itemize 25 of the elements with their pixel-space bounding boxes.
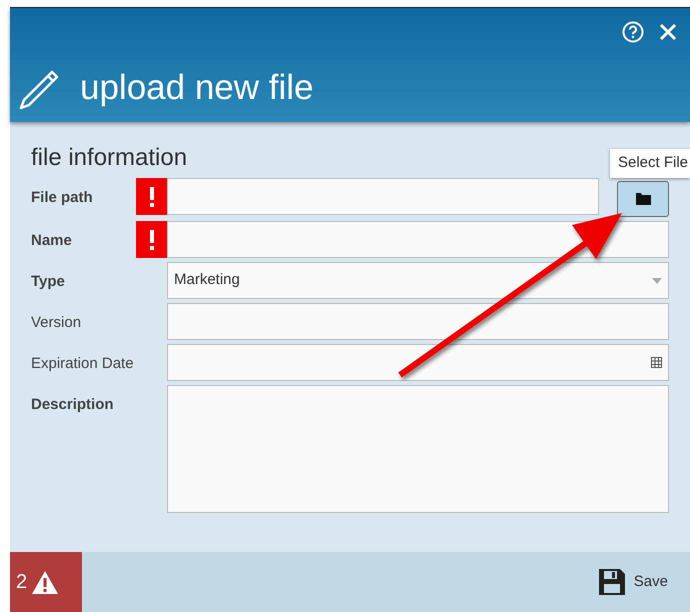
field-label: Expiration Date (31, 354, 135, 374)
section-title: file information (31, 146, 188, 170)
pencil-icon (18, 68, 60, 110)
dropdown-field[interactable]: Marketing (167, 262, 669, 299)
dialog-title: upload new file (80, 70, 314, 108)
help-icon[interactable] (622, 21, 644, 43)
field-label: Name (31, 231, 73, 251)
calendar-icon[interactable] (651, 357, 662, 368)
input-field[interactable] (167, 221, 669, 258)
file-path-field[interactable] (167, 178, 599, 215)
date-field[interactable] (167, 344, 669, 381)
close-icon[interactable] (658, 22, 678, 42)
warning-icon (31, 570, 60, 594)
field-label: Version (31, 313, 82, 333)
input-field[interactable] (167, 303, 669, 340)
save-button[interactable]: Save (598, 568, 668, 596)
field-label: Type (31, 272, 66, 292)
error-badge[interactable]: 2 (10, 552, 82, 612)
error-count: 2 (16, 570, 28, 595)
folder-icon (636, 193, 650, 205)
tooltip: Select File (610, 149, 690, 178)
dropdown-caret-icon (652, 278, 662, 284)
browse-button[interactable] (617, 181, 669, 217)
field-label: File path (31, 188, 94, 208)
field-label: Description (31, 395, 115, 415)
